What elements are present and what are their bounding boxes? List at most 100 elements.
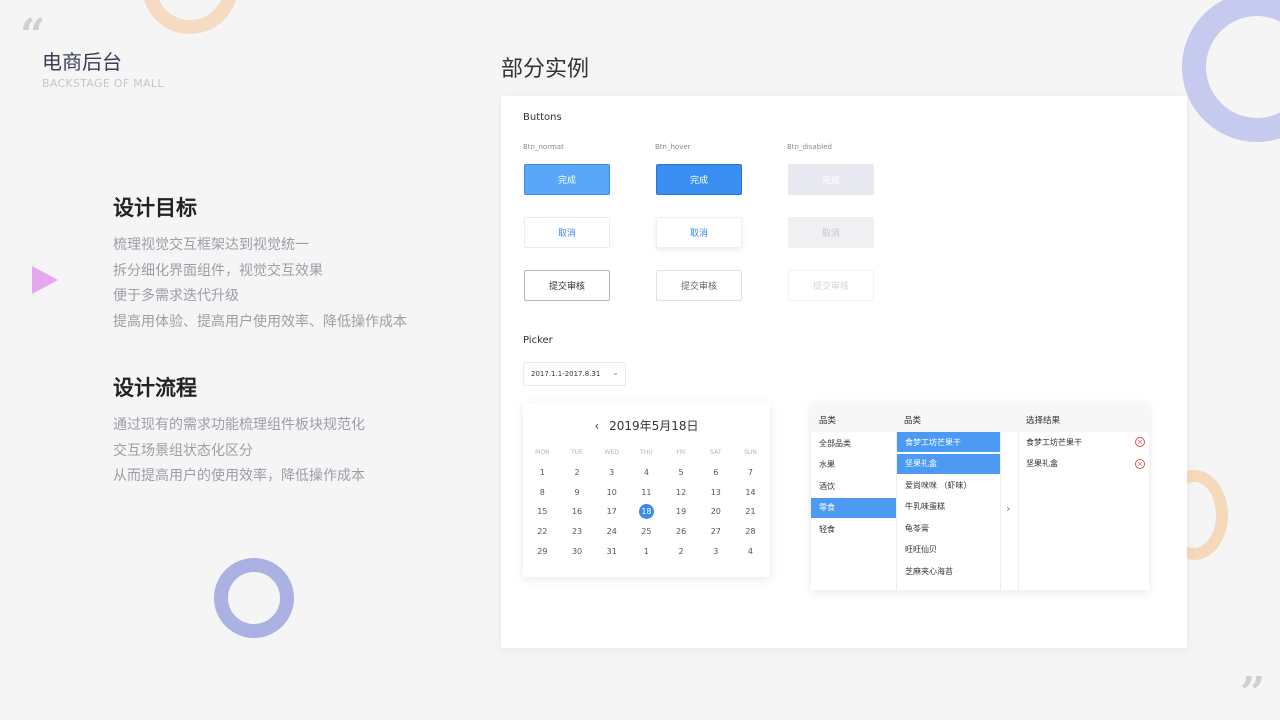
- calendar-day[interactable]: 11: [629, 488, 664, 497]
- product-item[interactable]: 旺旺仙贝: [897, 540, 1000, 560]
- calendar-day[interactable]: 23: [560, 527, 595, 536]
- brand-title: 电商后台: [42, 50, 122, 74]
- goals-title: 设计目标: [113, 196, 197, 220]
- submit-review-button-normal[interactable]: 提交审核: [524, 270, 610, 301]
- calendar-day-number: 15: [537, 507, 548, 517]
- decor-triangle: [32, 266, 58, 294]
- calendar-day[interactable]: 2: [560, 468, 595, 477]
- calendar-day[interactable]: 17: [594, 507, 629, 516]
- category-item[interactable]: 全部品类: [811, 433, 896, 453]
- chevron-right-icon[interactable]: ›: [1006, 502, 1010, 515]
- calendar-day[interactable]: 24: [594, 527, 629, 536]
- calendar-day-number: 24: [606, 527, 617, 537]
- product-item[interactable]: 爱尚咪咪 （虾味）: [897, 475, 1000, 495]
- calendar-day[interactable]: 27: [698, 527, 733, 536]
- calendar-day[interactable]: 25: [629, 527, 664, 536]
- calendar-day[interactable]: 1: [629, 547, 664, 556]
- result-item: 食梦工坊芒果干: [1026, 437, 1082, 447]
- calendar-day[interactable]: 15: [525, 507, 560, 516]
- calendar-day[interactable]: 20: [698, 507, 733, 516]
- done-button-hover[interactable]: 完成: [656, 164, 742, 195]
- close-quote-mark: ”: [1240, 668, 1266, 719]
- component-examples-card: Buttons Btn_normat Btn_hover Btn_disable…: [501, 96, 1187, 648]
- calendar-day-number: 12: [676, 487, 687, 497]
- calendar-day-number: 8: [539, 487, 545, 497]
- cancel-button-hover[interactable]: 取消: [656, 217, 742, 248]
- calendar-day[interactable]: 26: [664, 527, 699, 536]
- calendar-day[interactable]: 21: [733, 507, 768, 516]
- calendar-day[interactable]: 7: [733, 468, 768, 477]
- goals-line: 拆分细化界面组件，视觉交互效果: [113, 262, 323, 279]
- calendar-day[interactable]: 9: [560, 488, 595, 497]
- calendar-day-number: 4: [643, 468, 649, 478]
- weekday-label: SAT: [710, 449, 722, 457]
- calendar-week-row: 29 30 31 1 2 3 4: [525, 541, 768, 561]
- calendar-day[interactable]: 6: [698, 468, 733, 477]
- cancel-button-normal[interactable]: 取消: [524, 217, 610, 248]
- category-transfer: 品类 品类 选择结果 全部品类 水果 酒饮 零食 轻食 食梦工坊芒果干 坚果礼盒 爱尚咪咪 …: [811, 404, 1149, 590]
- calendar-day-number: 1: [539, 468, 545, 478]
- calendar-day[interactable]: 4: [733, 547, 768, 556]
- calendar-day[interactable]: 13: [698, 488, 733, 497]
- calendar-day[interactable]: 28: [733, 527, 768, 536]
- calendar-day[interactable]: 3: [594, 468, 629, 477]
- process-line: 交互场景组状态化区分: [113, 442, 253, 459]
- weekday-label: SUN: [744, 449, 757, 457]
- decor-ring-blue-bottom: [214, 558, 294, 638]
- weekday-label: WED: [604, 449, 619, 457]
- submit-review-button-disabled: 提交审核: [788, 270, 874, 301]
- product-item[interactable]: 坚果礼盒: [897, 453, 1000, 474]
- remove-circle-icon[interactable]: ×: [1135, 437, 1145, 447]
- calendar-day[interactable]: 22: [525, 527, 560, 536]
- calendar-day[interactable]: 30: [560, 547, 595, 556]
- calendar-day[interactable]: 14: [733, 488, 768, 497]
- calendar-day[interactable]: 31: [594, 547, 629, 556]
- calendar-day[interactable]: 5: [664, 468, 699, 477]
- process-line: 从而提高用户的使用效率，降低操作成本: [113, 468, 365, 484]
- calendar-day[interactable]: 16: [560, 507, 595, 516]
- calendar-day[interactable]: 19: [664, 507, 699, 516]
- calendar-day[interactable]: 1: [525, 468, 560, 477]
- calendar-day-number: 26: [676, 527, 687, 537]
- calendar-day[interactable]: 29: [525, 547, 560, 556]
- btn-state-disabled-label: Btn_disabled: [787, 143, 832, 151]
- remove-circle-icon[interactable]: ×: [1135, 458, 1145, 469]
- date-range-input[interactable]: 2017.1.1-2017.8.31 ⌄: [523, 362, 626, 386]
- category-item[interactable]: 零食: [811, 497, 896, 518]
- calendar-day[interactable]: 10: [594, 488, 629, 497]
- calendar-day[interactable]: 4: [629, 468, 664, 477]
- calendar-week-row: 15 16 17 18 19 20 21: [525, 502, 768, 522]
- calendar-day[interactable]: 8: [525, 488, 560, 497]
- product-item[interactable]: 牛乳味蛋糕: [897, 497, 1000, 517]
- calendar-day[interactable]: 3: [698, 547, 733, 556]
- done-button-normal[interactable]: 完成: [524, 164, 610, 195]
- calendar-title: 2019年5月18日: [609, 419, 699, 433]
- product-item[interactable]: 龟苓膏: [897, 518, 1000, 538]
- calendar-day[interactable]: 2: [664, 547, 699, 556]
- category-item[interactable]: 轻食: [811, 519, 896, 539]
- calendar-day-number: 23: [571, 527, 583, 537]
- weekday-label: MON: [535, 449, 550, 457]
- calendar-day-number: 5: [678, 468, 684, 478]
- goals-line: 便于多需求迭代升级: [113, 288, 239, 304]
- product-item[interactable]: 食梦工坊芒果干: [897, 432, 1000, 452]
- calendar-header: ‹ 2019年5月18日: [523, 417, 770, 434]
- calendar-day-selected[interactable]: 18: [629, 504, 664, 520]
- transfer-header: [811, 404, 1149, 432]
- calendar-day-number: 2: [678, 546, 684, 556]
- category-item[interactable]: 水果: [811, 455, 896, 475]
- calendar-day[interactable]: 12: [664, 488, 699, 497]
- chevron-left-icon[interactable]: ‹: [594, 419, 599, 433]
- calendar-day-number: 4: [747, 546, 754, 556]
- product-item[interactable]: 芝麻夹心海苔: [897, 561, 1000, 581]
- calendar-day-number: 25: [641, 527, 652, 537]
- category-item[interactable]: 酒饮: [811, 476, 896, 496]
- calendar-day-number: 11: [641, 487, 652, 497]
- submit-review-button-hover[interactable]: 提交审核: [656, 270, 742, 301]
- calendar-day-number: 3: [713, 546, 719, 556]
- calendar-day-number: 22: [537, 527, 548, 537]
- calendar-day-number: 17: [606, 507, 617, 517]
- goals-line: 梳理视觉交互框架达到视觉统一: [113, 237, 309, 253]
- calendar-day-number: 27: [710, 527, 721, 537]
- calendar-day-number: 30: [571, 546, 583, 556]
